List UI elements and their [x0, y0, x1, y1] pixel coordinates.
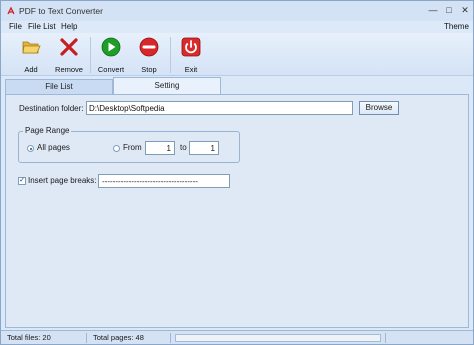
exit-label: Exit — [184, 65, 198, 74]
from-radio[interactable] — [113, 145, 120, 152]
folder-open-icon — [22, 41, 41, 54]
toolbar: Add Remove Convert Stop Exit — [1, 33, 473, 76]
settings-panel: Destination folder: D:\Desktop\Softpedia… — [5, 94, 469, 328]
destination-field[interactable]: D:\Desktop\Softpedia — [86, 101, 353, 115]
title-bar: PDF to Text Converter — □ ✕ — [1, 1, 473, 21]
total-files-status: Total files: 20 — [3, 333, 87, 343]
menu-theme[interactable]: Theme — [444, 22, 469, 31]
tab-setting[interactable]: Setting — [113, 77, 221, 94]
total-pages-status: Total pages: 48 — [89, 333, 171, 343]
menu-bar: File File List Help Theme — [1, 21, 473, 33]
close-button[interactable]: ✕ — [458, 4, 472, 17]
browse-button[interactable]: Browse — [359, 101, 399, 115]
to-page-field[interactable]: 1 — [189, 141, 219, 155]
status-bar: Total files: 20 Total pages: 48 — [1, 330, 473, 344]
menu-file[interactable]: File — [9, 22, 22, 31]
insert-breaks-checkbox[interactable]: ✓ — [18, 177, 26, 185]
remove-button[interactable]: Remove — [50, 35, 88, 75]
progress-bar — [175, 334, 381, 342]
app-window: PDF to Text Converter — □ ✕ File File Li… — [0, 0, 474, 345]
status-extra — [385, 333, 471, 343]
stop-button[interactable]: Stop — [130, 35, 168, 75]
to-label: to — [180, 143, 187, 152]
power-icon — [181, 37, 201, 57]
tab-strip: File List Setting — [5, 77, 469, 94]
from-page-field[interactable]: 1 — [145, 141, 175, 155]
menu-file-list[interactable]: File List — [28, 22, 56, 31]
tab-file-list[interactable]: File List — [5, 79, 113, 94]
pdf-app-icon — [7, 6, 15, 15]
play-icon — [101, 37, 121, 57]
all-pages-label[interactable]: All pages — [37, 143, 70, 152]
page-range-group: Page Range All pages From 1 to 1 — [18, 126, 240, 163]
menu-help[interactable]: Help — [61, 22, 77, 31]
window-title: PDF to Text Converter — [19, 6, 103, 16]
remove-x-icon — [60, 38, 78, 56]
page-range-label: Page Range — [23, 126, 72, 135]
destination-label: Destination folder: — [19, 104, 84, 113]
page-break-field[interactable]: ------------------------------------ — [98, 174, 230, 188]
all-pages-radio[interactable] — [27, 145, 34, 152]
insert-breaks-label[interactable]: Insert page breaks: — [28, 176, 96, 185]
minimize-button[interactable]: — — [426, 4, 440, 17]
exit-button[interactable]: Exit — [172, 35, 210, 75]
stop-icon — [139, 37, 159, 57]
maximize-button[interactable]: □ — [442, 4, 456, 17]
from-label[interactable]: From — [123, 143, 142, 152]
